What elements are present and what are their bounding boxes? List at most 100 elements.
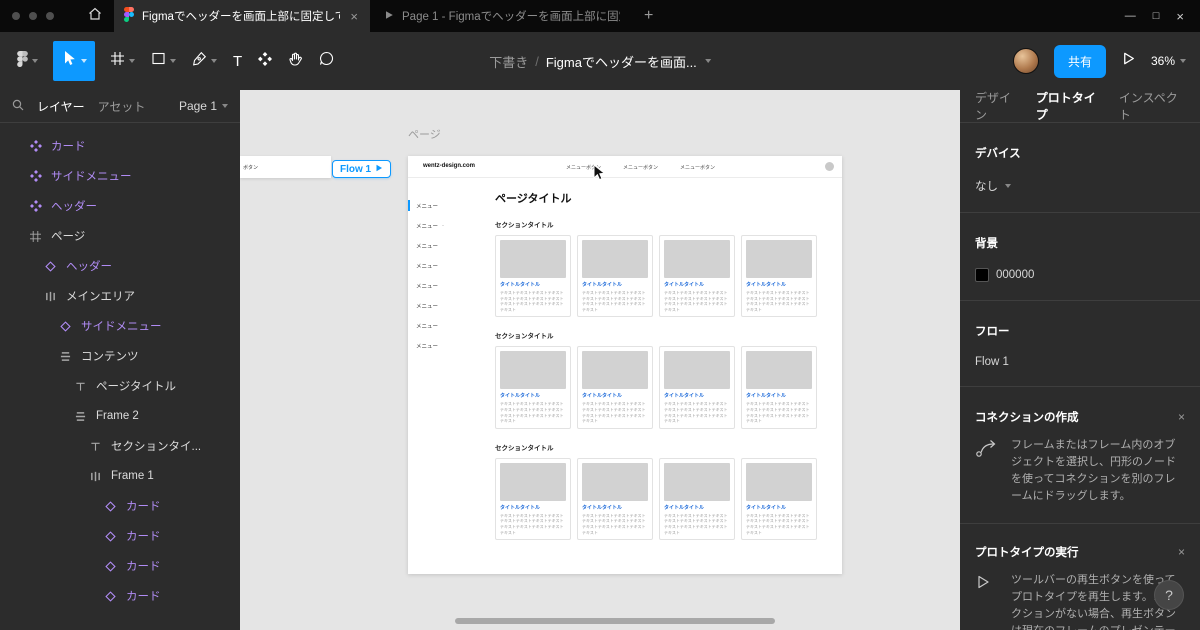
tab-presentation[interactable]: Page 1 - Figmaでヘッダーを画面上部に固定 xyxy=(374,0,630,32)
layer-row[interactable]: ヘッダー xyxy=(0,251,240,281)
color-swatch[interactable] xyxy=(975,268,989,282)
design-menu-button[interactable]: メニューボタン xyxy=(680,164,715,171)
design-card[interactable]: タイトルタイトル テキストテキストテキストテキストテキストテキストテキストテキスト… xyxy=(741,235,817,318)
design-card[interactable]: タイトルタイトル テキストテキストテキストテキストテキストテキストテキストテキスト… xyxy=(659,346,735,429)
layer-row[interactable]: カード xyxy=(0,491,240,521)
tab-design[interactable]: デザイン xyxy=(975,90,1020,123)
partial-frame[interactable]: ボタン xyxy=(240,156,331,178)
share-button[interactable]: 共有 xyxy=(1053,44,1106,78)
layer-row[interactable]: セクションタイ... xyxy=(0,431,240,461)
design-sidebar-item[interactable]: メニュー xyxy=(408,336,494,356)
design-card[interactable]: タイトルタイトル テキストテキストテキストテキストテキストテキストテキストテキスト… xyxy=(659,235,735,318)
design-card[interactable]: タイトルタイトル テキストテキストテキストテキストテキストテキストテキストテキスト… xyxy=(495,457,571,541)
canvas[interactable]: ページ ボタン Flow 1 wentz-design.com メニューボタンメ… xyxy=(240,90,960,630)
chevron-down-icon[interactable] xyxy=(704,59,711,63)
layer-row[interactable]: サイドメニュー xyxy=(0,311,240,341)
window-traffic-lights[interactable] xyxy=(0,12,66,20)
design-card[interactable]: タイトルタイトル テキストテキストテキストテキストテキストテキストテキストテキスト… xyxy=(741,457,817,541)
close-icon[interactable]: × xyxy=(1178,545,1185,559)
layer-row[interactable]: ページ xyxy=(0,221,240,251)
design-sidebar-item[interactable]: メニュー xyxy=(408,276,494,296)
design-card[interactable]: タイトルタイトル テキストテキストテキストテキストテキストテキストテキストテキスト… xyxy=(741,346,817,429)
shape-tool[interactable] xyxy=(144,41,183,81)
design-sidebar[interactable]: メニュー メニュー · メニュー メニュー メニュー メニュー メニュー メニュー xyxy=(408,178,494,574)
device-select[interactable]: なし xyxy=(975,178,1185,194)
chevron-down-icon[interactable] xyxy=(211,59,217,63)
move-tool[interactable] xyxy=(53,41,95,81)
close-icon[interactable]: × xyxy=(1176,9,1184,24)
chevron-down-icon[interactable] xyxy=(129,59,135,63)
layer-name: Frame 1 xyxy=(111,470,154,482)
chevron-down-icon[interactable] xyxy=(81,59,87,63)
close-dot-icon[interactable] xyxy=(12,12,20,20)
maximize-icon[interactable]: □ xyxy=(1153,10,1160,22)
design-card[interactable]: タイトルタイトル テキストテキストテキストテキストテキストテキストテキストテキスト… xyxy=(495,235,571,318)
frame-label[interactable]: ページ xyxy=(408,126,441,142)
design-content[interactable]: ページタイトル セクションタイトル タイトルタイトル テキストテキストテキストテキス… xyxy=(495,178,833,574)
zoom-control[interactable]: 36% xyxy=(1151,54,1186,68)
help-button[interactable]: ? xyxy=(1154,580,1184,610)
chevron-down-icon[interactable] xyxy=(170,59,176,63)
image-placeholder xyxy=(500,240,566,278)
tab-close-icon[interactable]: × xyxy=(348,9,360,24)
search-icon[interactable] xyxy=(12,99,24,114)
design-menu-button[interactable]: メニューボタン xyxy=(623,164,658,171)
design-card[interactable]: タイトルタイトル テキストテキストテキストテキストテキストテキストテキストテキスト… xyxy=(577,346,653,429)
flow-badge[interactable]: Flow 1 xyxy=(332,160,392,178)
design-frame[interactable]: wentz-design.com メニューボタン メニューボタン メニューボタン メ… xyxy=(408,156,842,574)
text-icon xyxy=(90,441,103,452)
text-tool[interactable]: T xyxy=(226,41,249,81)
tab-layers[interactable]: レイヤー xyxy=(37,98,85,115)
layer-row[interactable]: カード xyxy=(0,551,240,581)
layer-row[interactable]: ページタイトル xyxy=(0,371,240,401)
user-avatar[interactable] xyxy=(1012,48,1039,74)
design-card[interactable]: タイトルタイトル テキストテキストテキストテキストテキストテキストテキストテキスト… xyxy=(577,235,653,318)
design-card[interactable]: タイトルタイトル テキストテキストテキストテキストテキストテキストテキストテキスト… xyxy=(577,457,653,541)
horizontal-scrollbar[interactable] xyxy=(455,618,775,624)
minimize-dot-icon[interactable] xyxy=(29,12,37,20)
minimize-icon[interactable]: — xyxy=(1125,10,1136,22)
layer-row[interactable]: Frame 2 xyxy=(0,401,240,431)
new-tab-button[interactable]: + xyxy=(644,7,653,25)
design-sidebar-item[interactable]: メニュー xyxy=(408,236,494,256)
layer-row[interactable]: カード xyxy=(0,131,240,161)
design-sidebar-item[interactable]: メニュー xyxy=(408,196,494,216)
design-sidebar-item[interactable]: メニュー xyxy=(408,296,494,316)
design-card[interactable]: タイトルタイトル テキストテキストテキストテキストテキストテキストテキストテキスト… xyxy=(659,457,735,541)
close-icon[interactable]: × xyxy=(1178,410,1185,424)
maximize-dot-icon[interactable] xyxy=(46,12,54,20)
flow-name[interactable]: Flow 1 xyxy=(975,356,1009,368)
component-tool[interactable] xyxy=(251,41,279,81)
home-button[interactable] xyxy=(80,0,110,32)
instance-icon xyxy=(105,500,118,512)
present-play-button[interactable] xyxy=(1121,51,1136,71)
layer-row[interactable]: Frame 1 xyxy=(0,461,240,491)
background-hex-value[interactable]: 000000 xyxy=(996,269,1034,281)
file-name[interactable]: Figmaでヘッダーを画面... xyxy=(546,52,697,71)
page-selector[interactable]: Page 1 xyxy=(179,99,228,113)
layer-row[interactable]: コンテンツ xyxy=(0,341,240,371)
design-sidebar-item[interactable]: メニュー xyxy=(408,256,494,276)
layer-row[interactable]: ヘッダー xyxy=(0,191,240,221)
design-sidebar-item[interactable]: メニュー xyxy=(408,316,494,336)
layer-name: コンテンツ xyxy=(81,351,139,363)
design-sidebar-item[interactable]: メニュー · xyxy=(408,216,494,236)
frame-tool[interactable] xyxy=(103,41,142,81)
image-placeholder xyxy=(664,462,730,501)
tab-prototype[interactable]: プロトタイプ xyxy=(1036,90,1103,123)
pen-tool[interactable] xyxy=(185,41,224,81)
layer-row[interactable]: メインエリア xyxy=(0,281,240,311)
layer-row[interactable]: カード xyxy=(0,521,240,551)
design-card[interactable]: タイトルタイトル テキストテキストテキストテキストテキストテキストテキストテキスト… xyxy=(495,346,571,429)
layer-row[interactable]: サイドメニュー xyxy=(0,161,240,191)
layer-row[interactable]: カード xyxy=(0,581,240,611)
comment-tool[interactable] xyxy=(312,41,341,81)
tab-assets[interactable]: アセット xyxy=(98,98,146,115)
main-menu-button[interactable] xyxy=(10,41,45,81)
tab-file[interactable]: Figmaでヘッダーを画面上部に固定して追 × xyxy=(114,0,370,32)
tab-inspect[interactable]: インスペクト xyxy=(1119,90,1185,123)
flow-play-icon[interactable] xyxy=(375,164,383,175)
design-header[interactable]: wentz-design.com メニューボタン メニューボタン メニューボタン xyxy=(408,156,842,178)
project-name[interactable]: 下書き xyxy=(489,52,528,71)
hand-tool[interactable] xyxy=(281,41,310,81)
